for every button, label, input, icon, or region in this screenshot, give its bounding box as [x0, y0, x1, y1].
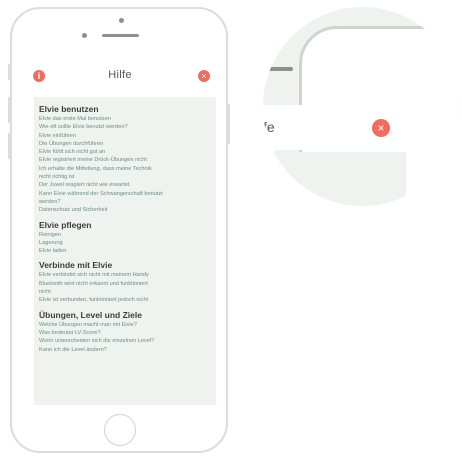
app-screen: i Hilfe × Elvie benutzen Elvie das erste…	[22, 61, 218, 405]
help-link[interactable]: Datenschutz und Sicherheit	[34, 206, 216, 214]
page-title: Hilfe	[108, 69, 132, 81]
help-link[interactable]: nicht	[34, 288, 216, 296]
help-link[interactable]: Elvie ist verbunden, funktioniert jedoch…	[34, 296, 216, 304]
help-link[interactable]: Bluetooth wird nicht erkannt und funktio…	[34, 280, 216, 288]
help-link[interactable]: Kann ich die Level ändern?	[34, 346, 216, 354]
section-title: Elvie benutzen	[39, 104, 99, 114]
help-link[interactable]: Ich erhalte die Mitteilung, dass meine T…	[34, 165, 216, 173]
help-link[interactable]: Welche Übungen macht man mit Elvie?	[34, 321, 216, 329]
help-link[interactable]: Reinigen	[34, 231, 216, 239]
help-link[interactable]: Kann Elvie während der Schwangerschaft b…	[34, 190, 216, 198]
help-link[interactable]: Elvie fühlt sich nicht gut an	[34, 148, 216, 156]
help-link[interactable]: werden?	[34, 198, 216, 206]
zoom-detail: fe ×	[263, 7, 462, 206]
section-title: Verbinde mit Elvie	[39, 260, 113, 271]
help-link[interactable]: Elvie verbindet sich nicht mit meinem Ha…	[34, 271, 216, 279]
zoom-title-fragment: fe	[263, 119, 275, 135]
phone-side-button	[8, 64, 11, 80]
phone-sensor	[119, 18, 124, 23]
help-link[interactable]: Der Juwel reagiert nicht wie erwartet	[34, 181, 216, 189]
help-link[interactable]: Lagerung	[34, 239, 216, 247]
phone-volume-down-button	[8, 133, 11, 159]
help-content[interactable]: Elvie benutzen Elvie das erste Mal benut…	[34, 97, 216, 405]
help-link[interactable]: Wie oft sollte Elvie benutzt werden?	[34, 123, 216, 131]
phone-speaker	[102, 34, 139, 37]
app-header: i Hilfe ×	[22, 61, 218, 91]
phone-camera	[82, 33, 87, 38]
help-section-connect: Verbinde mit Elvie Elvie verbindet sich …	[34, 260, 216, 304]
close-icon[interactable]: ×	[198, 70, 210, 82]
help-link[interactable]: Elvie das erste Mal benutzen	[34, 115, 216, 123]
help-link[interactable]: Die Übungen durchführen	[34, 140, 216, 148]
help-link[interactable]: Worin unterscheiden sich die einzelnen L…	[34, 337, 216, 345]
help-link[interactable]: Was bedeutet LV-Score?	[34, 329, 216, 337]
phone-power-button	[227, 104, 230, 144]
zoom-speaker	[263, 67, 293, 71]
help-link[interactable]: nicht richtig ist	[34, 173, 216, 181]
help-section-use: Elvie benutzen Elvie das erste Mal benut…	[34, 104, 216, 215]
help-link[interactable]: Elvie einführen	[34, 132, 216, 140]
help-section-exercises: Übungen, Level und Ziele Welche Übungen …	[34, 310, 216, 354]
section-title: Elvie pflegen	[39, 219, 92, 230]
phone-volume-up-button	[8, 97, 11, 123]
help-link[interactable]: Elvie laden	[34, 247, 216, 255]
help-link[interactable]: Elvie registriert meine Drück-Übungen ni…	[34, 156, 216, 164]
zoom-close-icon: ×	[372, 119, 390, 137]
phone-frame: i Hilfe × Elvie benutzen Elvie das erste…	[8, 7, 230, 453]
help-section-care: Elvie pflegen Reinigen Lagerung Elvie la…	[34, 220, 216, 256]
home-button	[104, 414, 136, 446]
zoom-content	[263, 152, 406, 206]
section-title: Übungen, Level und Ziele	[39, 309, 142, 320]
